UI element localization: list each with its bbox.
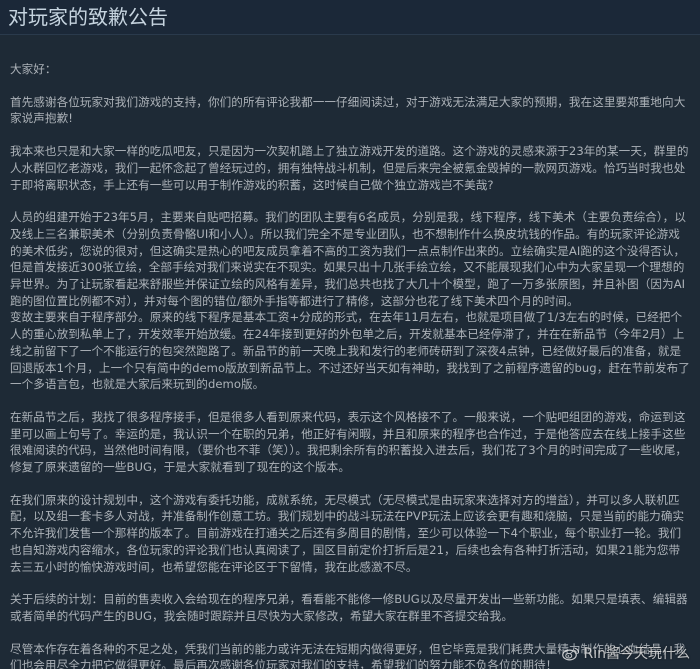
plan-paragraph: 关于后续的计划：目前的售卖收入会给现在的程序兄弟，看看能不能修一修BUG以及尽量… <box>10 592 688 623</box>
thanks-paragraph: 首先感谢各位玩家对我们游戏的支持，你们的所有评论我都一一仔细阅读过，对于游戏无法… <box>10 94 686 126</box>
design-paragraph: 在我们原来的设计规划中，这个游戏有委托功能，成就系统，无尽模式（无尽模式是由玩家… <box>10 492 685 574</box>
greeting-paragraph: 大家好： <box>10 62 57 76</box>
title-bar: 对玩家的致歉公告 <box>0 0 700 35</box>
programming-paragraph: 变故主要来自于程序部分。原来的线下程序是基本工资+分成的形式，在去年11月左右，… <box>10 310 690 392</box>
origin-paragraph: 我本来也只是和大家一样的吃瓜吧友，只是因为一次契机踏上了独立游戏开发的道路。这个… <box>10 144 689 192</box>
announcement-body: 大家好： 首先感谢各位玩家对我们游戏的支持，你们的所有评论我都一一仔细阅读过，对… <box>0 35 700 669</box>
page-title: 对玩家的致歉公告 <box>8 5 168 29</box>
closing-paragraph: 尽管本作存在着各种的不足之处，凭我们当前的能力或许无法在短期内做得更好，但它毕竟… <box>10 641 686 669</box>
team-paragraph: 人员的组建开始于23年5月，主要来自贴吧招募。我们的团队主要有6名成员，分别是我… <box>10 210 686 308</box>
takeover-paragraph: 在新品节之后，我找了很多程序接手，但是很多人看到原来代码，表示这个风格接不了。一… <box>10 409 688 475</box>
